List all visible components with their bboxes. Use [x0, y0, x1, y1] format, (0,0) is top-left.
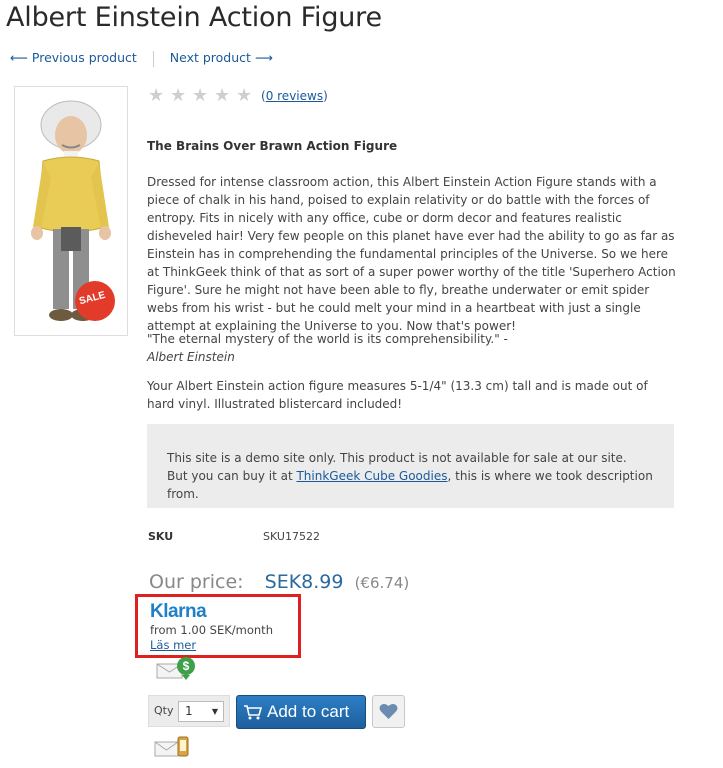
nav-divider	[152, 50, 154, 67]
next-product-link[interactable]: Next product ⟶	[170, 50, 273, 65]
price-alt-currency: (€6.74)	[354, 574, 410, 592]
add-to-cart-button[interactable]: Add to cart	[236, 695, 366, 729]
quote-text: "The eternal mystery of the world is its…	[147, 332, 508, 346]
sku-label: SKU	[148, 530, 174, 543]
demo-notice-line1: This site is a demo site only. This prod…	[167, 451, 627, 465]
klarna-highlight: Klarna from 1.00 SEK/month Läs mer	[135, 594, 301, 658]
svg-text:$: $	[183, 659, 190, 673]
reviews-link[interactable]: 0 reviews	[266, 89, 323, 103]
klarna-logo: Klarna	[150, 601, 207, 622]
product-quote: "The eternal mystery of the world is its…	[147, 330, 677, 366]
product-description: Dressed for intense classroom action, th…	[147, 175, 676, 333]
star-icon: ★	[214, 85, 231, 106]
einstein-figure-image	[31, 100, 115, 321]
reviews-paren-close: )	[323, 89, 328, 103]
klarna-read-more-link[interactable]: Läs mer	[150, 638, 196, 652]
product-image[interactable]: SALE	[14, 86, 128, 336]
envelope-dollar-icon[interactable]: $	[156, 656, 198, 684]
add-to-cart-label: Add to cart	[267, 702, 350, 721]
klarna-installment-text: from 1.00 SEK/month	[150, 623, 273, 637]
product-subtitle: The Brains Over Brawn Action Figure	[147, 139, 398, 153]
star-icon: ★	[170, 85, 187, 106]
demo-notice: This site is a demo site only. This prod…	[147, 424, 674, 508]
previous-product-link[interactable]: ⟵ Previous product	[10, 50, 137, 65]
thinkgeek-link[interactable]: ThinkGeek Cube Goodies	[296, 469, 447, 483]
quantity-box: Qty 1 ▼	[148, 695, 230, 727]
demo-notice-line2-before: But you can buy it at	[167, 469, 297, 483]
page-title: Albert Einstein Action Figure	[6, 2, 382, 33]
cart-icon	[243, 704, 263, 724]
price-label: Our price:	[149, 571, 244, 593]
star-icon: ★	[192, 85, 209, 106]
price-row: Our price: SEK8.99 (€6.74)	[149, 571, 409, 593]
reviews-count: (0 reviews)	[261, 89, 328, 103]
product-rating: ★ ★ ★ ★ ★ (0 reviews)	[148, 85, 328, 106]
quantity-select[interactable]: 1 ▼	[178, 701, 224, 722]
price-value: SEK8.99	[264, 571, 344, 593]
demo-notice-text: This site is a demo site only. This prod…	[167, 449, 674, 503]
quote-author: Albert Einstein	[147, 350, 235, 364]
star-icon: ★	[236, 85, 253, 106]
quantity-value: 1	[185, 704, 193, 718]
envelope-phone-icon[interactable]	[154, 734, 192, 762]
product-navigation: ⟵ Previous product Next product ⟶	[10, 50, 273, 67]
qty-label: Qty	[154, 704, 174, 717]
star-icon: ★	[148, 85, 165, 106]
product-specs: Your Albert Einstein action figure measu…	[147, 379, 648, 411]
heart-icon	[379, 703, 398, 719]
sku-value: SKU17522	[263, 530, 320, 543]
chevron-down-icon: ▼	[211, 707, 218, 716]
wishlist-button[interactable]	[372, 695, 405, 728]
